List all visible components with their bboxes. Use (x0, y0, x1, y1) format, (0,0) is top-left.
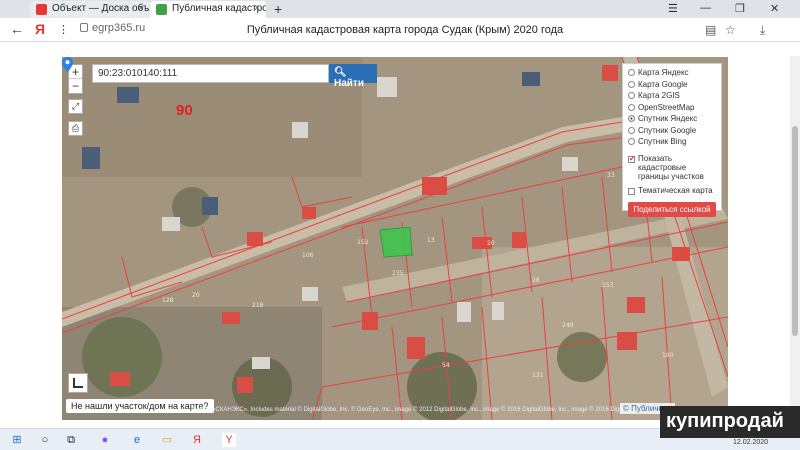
district-number: 90 (176, 102, 193, 119)
svg-text:13: 13 (427, 237, 435, 244)
page-title: Публичная кадастровая карта города Судак… (246, 24, 564, 36)
bookmark-icon[interactable]: ☆ (725, 23, 736, 37)
layer-google-map[interactable]: Карта Google (628, 79, 716, 91)
tab-favicon (156, 4, 167, 15)
svg-text:249: 249 (562, 322, 574, 329)
yandex-browser-icon[interactable]: Y (222, 433, 236, 447)
svg-text:152: 152 (357, 239, 369, 246)
search-icon: 🔍︎ (334, 67, 347, 78)
layer-google-satellite[interactable]: Спутник Google (628, 125, 716, 137)
tab-object-board[interactable]: Объект — Доска объявлен × (30, 1, 150, 18)
windows-start-icon[interactable]: ⊞ (10, 433, 24, 447)
tab-title: Публичная кадастровая (172, 3, 266, 14)
checkmark-icon: ✔ (628, 155, 635, 163)
lock-icon (80, 23, 88, 32)
search-icon[interactable]: ○ (38, 433, 52, 447)
tab-favicon (36, 4, 47, 15)
yandex-app-icon[interactable]: Я (190, 433, 204, 447)
svg-text:235: 235 (392, 270, 404, 277)
radio-icon (628, 92, 635, 99)
radio-icon (628, 80, 635, 88)
watermark-logo: купипродай (660, 406, 800, 438)
layer-yandex-map[interactable]: Карта Яндекс (628, 67, 716, 79)
edge-icon[interactable]: e (130, 433, 144, 447)
map-copyright: © НТЦ «СКАНЭКС», Includes material © Dig… (192, 407, 655, 413)
svg-text:190: 190 (662, 352, 674, 359)
search-button[interactable]: 🔍︎ Найти (329, 64, 377, 89)
layer-bing-satellite[interactable]: Спутник Bing (628, 136, 716, 148)
expand-icon[interactable]: ⤢ (68, 99, 83, 114)
radio-selected-icon (628, 115, 635, 122)
thematic-map-checkbox[interactable]: Тематическая карта (628, 186, 716, 195)
layer-2gis-map[interactable]: Карта 2GIS (628, 90, 716, 102)
folder-icon[interactable]: ▭ (160, 433, 174, 447)
reader-icon[interactable]: ▤ (705, 23, 716, 37)
back-icon[interactable]: ← (10, 21, 24, 37)
svg-text:106: 106 (302, 252, 314, 259)
satellite-map[interactable]: 152 235 13 20 26 249 153 190 106 218 20 … (62, 57, 728, 420)
svg-text:153: 153 (602, 282, 614, 289)
more-icon[interactable]: ⋮ (58, 23, 69, 36)
tab-cadastral[interactable]: Публичная кадастровая × (150, 1, 266, 18)
svg-text:131: 131 (532, 372, 544, 379)
svg-text:54: 54 (442, 362, 450, 369)
scroll-thumb[interactable] (792, 126, 798, 336)
layer-panel: Карта Яндекс Карта Google Карта 2GIS Ope… (622, 63, 722, 217)
restore-icon[interactable]: ❐ (735, 2, 745, 15)
checkbox-icon (628, 187, 635, 195)
svg-text:20: 20 (487, 240, 495, 247)
page-scrollbar[interactable] (790, 56, 800, 420)
address-bar: ← Я ⋮ egrp365.ru Публичная кадастровая к… (0, 18, 800, 42)
radio-icon (628, 138, 635, 145)
tab-title: Объект — Доска объявлен (52, 3, 150, 14)
svg-text:128: 128 (162, 297, 174, 304)
page-strip (0, 42, 800, 56)
close-icon[interactable]: × (254, 3, 260, 14)
share-link-button[interactable]: Поделиться ссылкой (628, 201, 716, 217)
download-icon[interactable]: ⤓ (760, 23, 765, 38)
cadastral-search-input[interactable]: 90:23:010140:111 (92, 64, 329, 83)
close-window-icon[interactable]: ✕ (770, 2, 779, 15)
alice-icon[interactable]: ● (98, 433, 112, 447)
fullscreen-toggle-icon[interactable] (68, 373, 88, 393)
task-view-icon[interactable]: ⧉ (64, 433, 78, 447)
svg-text:26: 26 (532, 277, 540, 284)
print-icon[interactable]: ⎙ (68, 121, 83, 136)
layer-osm[interactable]: OpenStreetMap (628, 102, 716, 114)
svg-text:20: 20 (192, 292, 200, 299)
new-tab-button[interactable]: + (274, 1, 282, 17)
url-field[interactable]: egrp365.ru (80, 22, 145, 34)
svg-text:33: 33 (607, 172, 615, 179)
radio-icon (628, 126, 635, 134)
layer-yandex-satellite[interactable]: Спутник Яндекс (628, 113, 716, 125)
location-pin-icon[interactable] (62, 57, 73, 72)
close-icon[interactable]: × (138, 3, 144, 14)
menu-icon[interactable]: ☰ (668, 2, 678, 15)
minimize-icon[interactable]: — (700, 2, 711, 14)
radio-icon (628, 103, 635, 111)
zoom-out-button[interactable]: − (69, 79, 82, 93)
tab-bar: Объект — Доска объявлен × Публичная када… (0, 0, 800, 18)
radio-icon (628, 69, 635, 76)
taskbar-date: 12.02.2020 (733, 439, 769, 446)
yandex-icon[interactable]: Я (35, 21, 45, 37)
show-cadastral-checkbox[interactable]: ✔ Показать кадастровые границы участков (628, 154, 716, 181)
svg-text:218: 218 (252, 302, 264, 309)
